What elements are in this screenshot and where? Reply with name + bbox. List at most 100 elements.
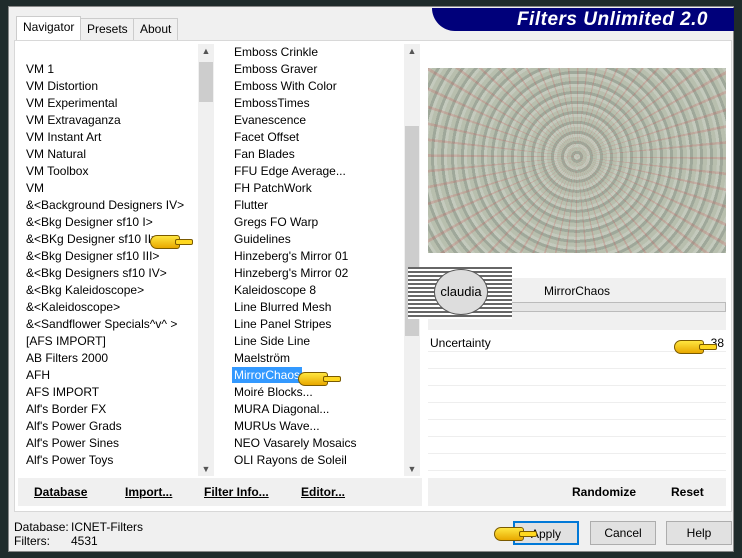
- navigator-button-bar: Database Import... Filter Info... Editor…: [18, 478, 422, 506]
- list-item-label: VM Experimental: [26, 96, 118, 110]
- list-item[interactable]: VM 1: [24, 61, 196, 78]
- list-item-label: Facet Offset: [234, 130, 300, 144]
- list-item[interactable]: Facet Offset: [232, 129, 402, 146]
- filter-list[interactable]: Emboss Crinkle Emboss Graver Emboss With C…: [232, 44, 402, 476]
- reset-button[interactable]: Reset: [671, 485, 704, 499]
- list-item[interactable]: Guidelines: [232, 231, 402, 248]
- list-item[interactable]: AFS IMPORT: [24, 384, 196, 401]
- param-row-empty: [428, 352, 726, 369]
- list-item-label: AFS IMPORT: [26, 385, 100, 399]
- list-item-label: MURUs Wave...: [234, 419, 320, 433]
- tab-presets[interactable]: Presets: [80, 18, 135, 40]
- list-item[interactable]: MURA Diagonal...: [232, 401, 402, 418]
- filter-info-button[interactable]: Filter Info...: [204, 485, 269, 499]
- editor-button[interactable]: Editor...: [301, 485, 345, 499]
- scroll-up-icon[interactable]: ▲: [404, 46, 420, 56]
- pointer-hand-icon: [494, 527, 537, 541]
- list-item[interactable]: Line Blurred Mesh: [232, 299, 402, 316]
- tab-about[interactable]: About: [133, 18, 179, 40]
- list-item-label: VM Instant Art: [26, 130, 102, 144]
- list-item-label: VM 1: [26, 62, 55, 76]
- param-row-empty: [428, 369, 726, 386]
- list-item-label: OLI Rayons de Soleil: [234, 453, 347, 467]
- list-item-label: Flutter: [234, 198, 269, 212]
- list-item[interactable]: Alf's Power Grads: [24, 418, 196, 435]
- list-item[interactable]: VM Experimental: [24, 95, 196, 112]
- list-item[interactable]: Emboss Crinkle: [232, 44, 402, 61]
- list-item[interactable]: &<Sandflower Specials^v^ >: [24, 316, 196, 333]
- list-item-label: AFH: [26, 368, 50, 382]
- list-item[interactable]: VM Toolbox: [24, 163, 196, 180]
- cancel-button[interactable]: Cancel: [590, 521, 656, 545]
- list-item-label: Hinzeberg's Mirror 02: [234, 266, 349, 280]
- list-item[interactable]: OLI Rayons de Soleil: [232, 452, 402, 469]
- list-item[interactable]: Alf's Power Toys: [24, 452, 196, 469]
- list-item[interactable]: VM Instant Art: [24, 129, 196, 146]
- list-item-label: Emboss With Color: [234, 79, 337, 93]
- list-item[interactable]: VM Extravaganza: [24, 112, 196, 129]
- param-button-bar: Randomize Reset: [428, 478, 726, 506]
- list-item-label: Alf's Border FX: [26, 402, 107, 416]
- import-button[interactable]: Import...: [125, 485, 172, 499]
- list-item-label: Alf's Power Grads: [26, 419, 122, 433]
- list-item-label: EmbossTimes: [234, 96, 310, 110]
- list-item[interactable]: [AFS IMPORT]: [24, 333, 196, 350]
- list-item-label: &<Bkg Designers sf10 IV>: [26, 266, 167, 280]
- list-item[interactable]: AFH: [24, 367, 196, 384]
- list-item[interactable]: Hinzeberg's Mirror 02: [232, 265, 402, 282]
- list-item[interactable]: [24, 44, 196, 61]
- list-item[interactable]: VM Distortion: [24, 78, 196, 95]
- list-item-label: Evanescence: [234, 113, 307, 127]
- scroll-down-icon[interactable]: ▼: [198, 464, 214, 474]
- list-item[interactable]: Line Panel Stripes: [232, 316, 402, 333]
- category-list[interactable]: VM 1 VM Distortion VM Experimental VM Extra…: [24, 44, 196, 476]
- list-item[interactable]: Kaleidoscope 8: [232, 282, 402, 299]
- database-button[interactable]: Database: [34, 485, 87, 499]
- list-item[interactable]: EmbossTimes: [232, 95, 402, 112]
- scroll-up-icon[interactable]: ▲: [198, 46, 214, 56]
- list-item[interactable]: &<Bkg Designer sf10 I>: [24, 214, 196, 231]
- param-row-empty: [428, 437, 726, 454]
- list-item[interactable]: &<Kaleidoscope>: [24, 299, 196, 316]
- list-item-label: VM Extravaganza: [26, 113, 121, 127]
- scroll-down-icon[interactable]: ▼: [404, 464, 420, 474]
- list-item[interactable]: Moiré Blocks...: [232, 384, 402, 401]
- list-item-label: Alf's Power Toys: [26, 453, 114, 467]
- category-scrollbar[interactable]: ▲ ▼: [198, 44, 214, 476]
- list-item-label: VM Natural: [26, 147, 87, 161]
- list-item[interactable]: Fan Blades: [232, 146, 402, 163]
- list-item[interactable]: FFU Edge Average...: [232, 163, 402, 180]
- list-item[interactable]: Line Side Line: [232, 333, 402, 350]
- list-item[interactable]: Flutter: [232, 197, 402, 214]
- list-item[interactable]: FH PatchWork: [232, 180, 402, 197]
- list-item[interactable]: Emboss With Color: [232, 78, 402, 95]
- scroll-thumb[interactable]: [199, 62, 213, 102]
- list-item[interactable]: Hinzeberg's Mirror 01: [232, 248, 402, 265]
- list-item[interactable]: &<Bkg Kaleidoscope>: [24, 282, 196, 299]
- list-item-label: VM Toolbox: [26, 164, 89, 178]
- list-item[interactable]: Evanescence: [232, 112, 402, 129]
- list-item[interactable]: Gregs FO Warp: [232, 214, 402, 231]
- help-button[interactable]: Help: [666, 521, 732, 545]
- param-row-empty: [428, 403, 726, 420]
- list-item[interactable]: &<Bkg Designer sf10 III>: [24, 248, 196, 265]
- list-item[interactable]: Emboss Graver: [232, 61, 402, 78]
- list-item[interactable]: Alf's Power Sines: [24, 435, 196, 452]
- list-item[interactable]: NEO Vasarely Mosaics: [232, 435, 402, 452]
- list-item-label: Fan Blades: [234, 147, 295, 161]
- list-item[interactable]: Alf's Border FX: [24, 401, 196, 418]
- list-item[interactable]: &<Background Designers IV>: [24, 197, 196, 214]
- list-item-label: Alf's Power Sines: [26, 436, 119, 450]
- randomize-button[interactable]: Randomize: [572, 485, 636, 499]
- tab-navigator[interactable]: Navigator: [16, 16, 82, 41]
- list-item[interactable]: VM Natural: [24, 146, 196, 163]
- list-item[interactable]: AB Filters 2000: [24, 350, 196, 367]
- list-item-label: VM: [26, 181, 44, 195]
- param-row-empty: [428, 420, 726, 437]
- list-item[interactable]: Maelström: [232, 350, 402, 367]
- list-item-label: Emboss Graver: [234, 62, 318, 76]
- list-item[interactable]: VM: [24, 180, 196, 197]
- list-item[interactable]: &<Bkg Designers sf10 IV>: [24, 265, 196, 282]
- list-item[interactable]: MURUs Wave...: [232, 418, 402, 435]
- filter-scrollbar[interactable]: ▲ ▼: [404, 44, 420, 476]
